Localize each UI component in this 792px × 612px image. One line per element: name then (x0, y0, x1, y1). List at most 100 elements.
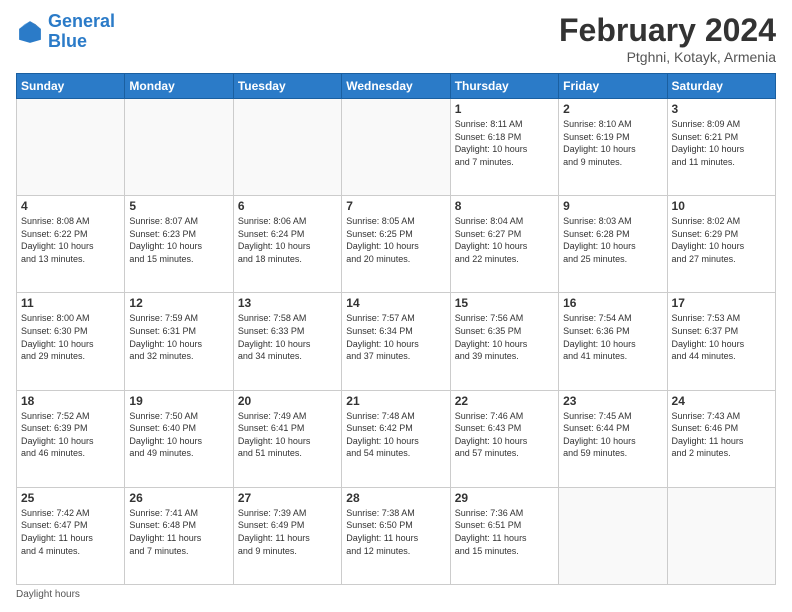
day-number: 25 (21, 491, 120, 505)
day-info: Sunrise: 7:46 AM Sunset: 6:43 PM Dayligh… (455, 410, 554, 460)
calendar-cell: 24 Sunrise: 7:43 AM Sunset: 6:46 PM Dayli… (667, 390, 775, 487)
daylight-label: Daylight hours (16, 589, 80, 600)
calendar-cell (342, 99, 450, 196)
calendar-table: SundayMondayTuesdayWednesdayThursdayFrid… (16, 73, 776, 585)
calendar-cell: 13 Sunrise: 7:58 AM Sunset: 6:33 PM Dayli… (233, 293, 341, 390)
day-info: Sunrise: 8:02 AM Sunset: 6:29 PM Dayligh… (672, 215, 771, 265)
day-info: Sunrise: 7:58 AM Sunset: 6:33 PM Dayligh… (238, 312, 337, 362)
day-number: 15 (455, 296, 554, 310)
calendar-cell (125, 99, 233, 196)
day-info: Sunrise: 8:05 AM Sunset: 6:25 PM Dayligh… (346, 215, 445, 265)
calendar-cell: 1Sunrise: 8:11 AM Sunset: 6:18 PM Daylig… (450, 99, 558, 196)
day-number: 14 (346, 296, 445, 310)
day-number: 12 (129, 296, 228, 310)
day-number: 16 (563, 296, 662, 310)
weekday-header-monday: Monday (125, 74, 233, 99)
day-info: Sunrise: 8:03 AM Sunset: 6:28 PM Dayligh… (563, 215, 662, 265)
day-info: Sunrise: 7:59 AM Sunset: 6:31 PM Dayligh… (129, 312, 228, 362)
day-info: Sunrise: 7:43 AM Sunset: 6:46 PM Dayligh… (672, 410, 771, 460)
header: General Blue February 2024 Ptghni, Kotay… (16, 12, 776, 65)
location: Ptghni, Kotayk, Armenia (559, 49, 776, 65)
calendar-cell: 5Sunrise: 8:07 AM Sunset: 6:23 PM Daylig… (125, 196, 233, 293)
day-number: 6 (238, 199, 337, 213)
day-info: Sunrise: 8:09 AM Sunset: 6:21 PM Dayligh… (672, 118, 771, 168)
day-number: 11 (21, 296, 120, 310)
calendar-cell: 2Sunrise: 8:10 AM Sunset: 6:19 PM Daylig… (559, 99, 667, 196)
calendar-cell: 7 Sunrise: 8:05 AM Sunset: 6:25 PM Daylig… (342, 196, 450, 293)
day-number: 23 (563, 394, 662, 408)
day-info: Sunrise: 8:04 AM Sunset: 6:27 PM Dayligh… (455, 215, 554, 265)
title-block: February 2024 Ptghni, Kotayk, Armenia (559, 12, 776, 65)
day-number: 19 (129, 394, 228, 408)
footer: Daylight hours (16, 589, 776, 600)
calendar-cell (17, 99, 125, 196)
calendar-cell: 4Sunrise: 8:08 AM Sunset: 6:22 PM Daylig… (17, 196, 125, 293)
calendar-week-2: 4Sunrise: 8:08 AM Sunset: 6:22 PM Daylig… (17, 196, 776, 293)
calendar-cell: 21 Sunrise: 7:48 AM Sunset: 6:42 PM Dayli… (342, 390, 450, 487)
calendar-cell: 23 Sunrise: 7:45 AM Sunset: 6:44 PM Dayli… (559, 390, 667, 487)
day-number: 13 (238, 296, 337, 310)
calendar-cell: 16 Sunrise: 7:54 AM Sunset: 6:36 PM Dayli… (559, 293, 667, 390)
day-info: Sunrise: 7:50 AM Sunset: 6:40 PM Dayligh… (129, 410, 228, 460)
day-info: Sunrise: 8:08 AM Sunset: 6:22 PM Dayligh… (21, 215, 120, 265)
calendar-cell (559, 487, 667, 584)
logo-general: General (48, 11, 115, 31)
calendar-cell: 11 Sunrise: 8:00 AM Sunset: 6:30 PM Dayli… (17, 293, 125, 390)
day-number: 29 (455, 491, 554, 505)
calendar-cell: 12 Sunrise: 7:59 AM Sunset: 6:31 PM Dayli… (125, 293, 233, 390)
day-number: 2 (563, 102, 662, 116)
day-number: 24 (672, 394, 771, 408)
day-info: Sunrise: 8:00 AM Sunset: 6:30 PM Dayligh… (21, 312, 120, 362)
day-number: 7 (346, 199, 445, 213)
weekday-header-saturday: Saturday (667, 74, 775, 99)
day-info: Sunrise: 7:57 AM Sunset: 6:34 PM Dayligh… (346, 312, 445, 362)
calendar-week-5: 25 Sunrise: 7:42 AM Sunset: 6:47 PM Dayli… (17, 487, 776, 584)
calendar-cell: 9 Sunrise: 8:03 AM Sunset: 6:28 PM Daylig… (559, 196, 667, 293)
day-info: Sunrise: 7:45 AM Sunset: 6:44 PM Dayligh… (563, 410, 662, 460)
calendar-cell: 3 Sunrise: 8:09 AM Sunset: 6:21 PM Daylig… (667, 99, 775, 196)
day-info: Sunrise: 8:11 AM Sunset: 6:18 PM Dayligh… (455, 118, 554, 168)
calendar-cell: 8 Sunrise: 8:04 AM Sunset: 6:27 PM Daylig… (450, 196, 558, 293)
day-info: Sunrise: 7:42 AM Sunset: 6:47 PM Dayligh… (21, 507, 120, 557)
logo-blue: Blue (48, 31, 87, 51)
day-number: 22 (455, 394, 554, 408)
calendar-cell: 26 Sunrise: 7:41 AM Sunset: 6:48 PM Dayli… (125, 487, 233, 584)
day-number: 3 (672, 102, 771, 116)
day-number: 27 (238, 491, 337, 505)
calendar-cell: 19 Sunrise: 7:50 AM Sunset: 6:40 PM Dayli… (125, 390, 233, 487)
day-number: 18 (21, 394, 120, 408)
day-info: Sunrise: 7:56 AM Sunset: 6:35 PM Dayligh… (455, 312, 554, 362)
calendar-cell (233, 99, 341, 196)
day-info: Sunrise: 7:54 AM Sunset: 6:36 PM Dayligh… (563, 312, 662, 362)
weekday-header-wednesday: Wednesday (342, 74, 450, 99)
day-info: Sunrise: 7:52 AM Sunset: 6:39 PM Dayligh… (21, 410, 120, 460)
calendar-cell: 15 Sunrise: 7:56 AM Sunset: 6:35 PM Dayli… (450, 293, 558, 390)
calendar-cell: 22 Sunrise: 7:46 AM Sunset: 6:43 PM Dayli… (450, 390, 558, 487)
day-number: 20 (238, 394, 337, 408)
day-number: 5 (129, 199, 228, 213)
day-number: 26 (129, 491, 228, 505)
day-info: Sunrise: 7:41 AM Sunset: 6:48 PM Dayligh… (129, 507, 228, 557)
calendar-week-1: 1Sunrise: 8:11 AM Sunset: 6:18 PM Daylig… (17, 99, 776, 196)
calendar-cell: 18 Sunrise: 7:52 AM Sunset: 6:39 PM Dayli… (17, 390, 125, 487)
calendar-cell: 10Sunrise: 8:02 AM Sunset: 6:29 PM Dayli… (667, 196, 775, 293)
day-info: Sunrise: 7:48 AM Sunset: 6:42 PM Dayligh… (346, 410, 445, 460)
day-number: 9 (563, 199, 662, 213)
calendar-week-3: 11 Sunrise: 8:00 AM Sunset: 6:30 PM Dayli… (17, 293, 776, 390)
month-title: February 2024 (559, 12, 776, 49)
weekday-header-thursday: Thursday (450, 74, 558, 99)
calendar-header-row: SundayMondayTuesdayWednesdayThursdayFrid… (17, 74, 776, 99)
day-info: Sunrise: 7:39 AM Sunset: 6:49 PM Dayligh… (238, 507, 337, 557)
day-number: 8 (455, 199, 554, 213)
day-info: Sunrise: 7:53 AM Sunset: 6:37 PM Dayligh… (672, 312, 771, 362)
calendar-cell: 20Sunrise: 7:49 AM Sunset: 6:41 PM Dayli… (233, 390, 341, 487)
calendar-cell: 17Sunrise: 7:53 AM Sunset: 6:37 PM Dayli… (667, 293, 775, 390)
calendar-cell: 29 Sunrise: 7:36 AM Sunset: 6:51 PM Dayli… (450, 487, 558, 584)
weekday-header-friday: Friday (559, 74, 667, 99)
day-number: 28 (346, 491, 445, 505)
day-number: 21 (346, 394, 445, 408)
calendar-cell: 14 Sunrise: 7:57 AM Sunset: 6:34 PM Dayli… (342, 293, 450, 390)
weekday-header-tuesday: Tuesday (233, 74, 341, 99)
page: General Blue February 2024 Ptghni, Kotay… (0, 0, 792, 612)
day-info: Sunrise: 7:36 AM Sunset: 6:51 PM Dayligh… (455, 507, 554, 557)
